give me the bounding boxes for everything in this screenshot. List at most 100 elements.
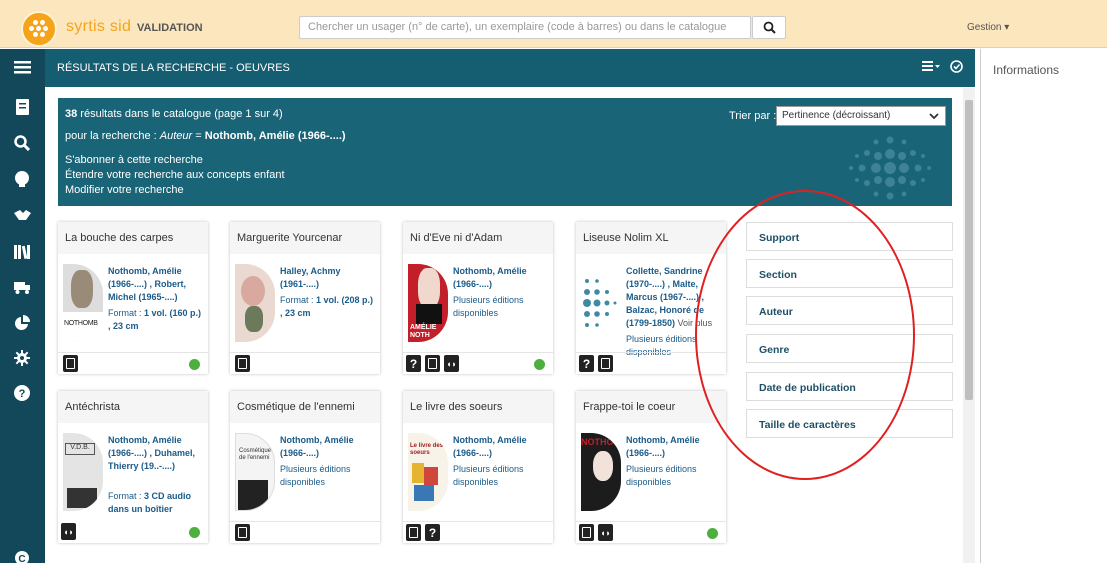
results-summary: 38 résultats dans le catalogue (page 1 s…	[58, 98, 952, 206]
truck-icon[interactable]	[13, 279, 31, 297]
handshake-icon[interactable]	[13, 206, 31, 224]
page-title: RÉSULTATS DE LA RECHERCHE - OEUVRES	[57, 62, 290, 74]
card-format: Plusieurs éditions disponibles	[280, 464, 351, 487]
card-footer: ? ◖◗	[403, 352, 553, 374]
available-status-dot	[189, 527, 200, 538]
book-icon[interactable]	[235, 524, 250, 541]
result-card[interactable]: Antéchrista V.D.B. Nothomb, Amélie (1966…	[58, 391, 208, 543]
result-card[interactable]: La bouche des carpes NOTHOMB Nothomb, Am…	[58, 222, 208, 374]
unknown-media-icon[interactable]: ?	[406, 355, 421, 372]
card-footer: ◖◗	[58, 521, 208, 543]
card-footer: ?	[403, 521, 553, 543]
result-card[interactable]: Ni d'Eve ni d'Adam AMÉLIE NOTH Nothomb, …	[403, 222, 553, 374]
card-authors[interactable]: Nothomb, Amélie (1966-....)	[626, 434, 722, 460]
annotation-ellipse	[695, 190, 915, 480]
library-icon[interactable]	[13, 243, 31, 261]
chevron-down-icon	[929, 113, 939, 120]
available-status-dot	[707, 528, 718, 539]
card-authors[interactable]: Halley, Achmy (1961-....)	[280, 265, 376, 291]
menu-icon[interactable]	[13, 58, 31, 76]
card-title[interactable]: Le livre des soeurs	[403, 391, 553, 423]
card-title[interactable]: Liseuse Nolim XL	[576, 222, 726, 254]
global-search-input[interactable]: Chercher un usager (n° de carte), un exe…	[299, 16, 751, 39]
card-title[interactable]: Marguerite Yourcenar	[230, 222, 380, 254]
unknown-media-icon[interactable]: ?	[579, 355, 594, 372]
unknown-media-icon[interactable]: ?	[425, 524, 440, 541]
search-icon	[763, 21, 776, 34]
logo-icon[interactable]	[21, 11, 57, 47]
card-title[interactable]: Frappe-toi le coeur	[576, 391, 726, 423]
search-button[interactable]	[752, 16, 786, 39]
extend-search-link[interactable]: Étendre votre recherche aux concepts enf…	[65, 169, 285, 181]
scroll-thumb[interactable]	[965, 100, 973, 400]
gestion-menu[interactable]: Gestion ▾	[967, 22, 1009, 33]
cover-image[interactable]: NOTHOMB	[63, 264, 103, 342]
result-card[interactable]: Marguerite Yourcenar Halley, Achmy (1961…	[230, 222, 380, 374]
book-icon[interactable]	[235, 355, 250, 372]
brand-name: syrtis sid	[66, 18, 132, 35]
card-format: Plusieurs éditions disponibles	[453, 464, 524, 487]
card-authors[interactable]: Nothomb, Amélie (1966-....) , Duhamel, T…	[108, 434, 204, 473]
audio-icon[interactable]: ◖◗	[598, 524, 613, 541]
card-format: Format : 3 CD audio dans un boîtier	[108, 491, 192, 514]
results-scrollbar[interactable]	[963, 88, 975, 563]
cover-image[interactable]	[581, 264, 621, 342]
audio-icon[interactable]: ◖◗	[444, 355, 459, 372]
card-title[interactable]: Antéchrista	[58, 391, 208, 423]
card-title[interactable]: Ni d'Eve ni d'Adam	[403, 222, 553, 254]
card-format: Format : 1 vol. (208 p.) , 23 cm	[280, 295, 374, 318]
book-icon[interactable]	[579, 524, 594, 541]
result-card[interactable]: Le livre des soeurs Le livre des soeurs …	[403, 391, 553, 543]
sort-label: Trier par :	[729, 110, 777, 122]
card-footer: ◖◗	[576, 521, 726, 543]
book-icon[interactable]	[63, 355, 78, 372]
audio-icon[interactable]: ◖◗	[61, 523, 76, 540]
result-card[interactable]: Frappe-toi le coeur NOTHO Nothomb, Améli…	[576, 391, 726, 543]
sort-select[interactable]: Pertinence (décroissant)	[776, 106, 946, 126]
info-panel-title: Informations	[993, 63, 1060, 77]
list-options-icon[interactable]	[922, 60, 940, 72]
info-panel: Informations	[980, 49, 1107, 563]
card-format: Plusieurs éditions disponibles	[453, 295, 524, 318]
book-icon[interactable]	[406, 524, 421, 541]
cover-image[interactable]	[235, 264, 275, 342]
search-nav-icon[interactable]	[13, 134, 31, 152]
book-icon[interactable]	[598, 355, 613, 372]
card-title[interactable]: La bouche des carpes	[58, 222, 208, 254]
cover-image[interactable]: AMÉLIE NOTH	[408, 264, 448, 342]
cover-image[interactable]: V.D.B.	[63, 433, 103, 511]
svg-text:?: ?	[19, 388, 26, 400]
available-status-dot	[534, 359, 545, 370]
card-footer	[230, 352, 380, 374]
cover-image[interactable]: Le livre des soeurs	[408, 433, 448, 511]
help-icon[interactable]: ?	[13, 384, 31, 402]
card-format: Format : 1 vol. (160 p.) , 23 cm	[108, 308, 202, 331]
user-head-icon[interactable]	[13, 170, 31, 188]
cover-image[interactable]: NOTHO	[581, 433, 621, 511]
subscribe-link[interactable]: S'abonner à cette recherche	[65, 154, 203, 166]
document-icon[interactable]	[13, 98, 31, 116]
svg-text:C: C	[18, 554, 25, 565]
results-header: RÉSULTATS DE LA RECHERCHE - OEUVRES	[45, 49, 975, 87]
available-status-dot	[189, 359, 200, 370]
card-authors[interactable]: Nothomb, Amélie (1966-....)	[280, 434, 376, 460]
results-count-line: 38 résultats dans le catalogue (page 1 s…	[65, 108, 283, 120]
card-title[interactable]: Cosmétique de l'ennemi	[230, 391, 380, 423]
cover-image[interactable]: Cosmétique de l'ennemi	[235, 433, 275, 511]
copyright-icon[interactable]: C	[13, 549, 31, 567]
result-card[interactable]: Cosmétique de l'ennemi Cosmétique de l'e…	[230, 391, 380, 543]
card-footer	[58, 352, 208, 374]
card-authors[interactable]: Nothomb, Amélie (1966-....) , Robert, Mi…	[108, 265, 204, 304]
book-icon[interactable]	[425, 355, 440, 372]
top-bar: syrtis sid VALIDATION Chercher un usager…	[0, 0, 1107, 48]
card-authors[interactable]: Nothomb, Amélie (1966-....)	[453, 265, 549, 291]
check-circle-icon[interactable]	[950, 60, 963, 73]
card-authors[interactable]: Nothomb, Amélie (1966-....)	[453, 434, 549, 460]
query-line: pour la recherche : Auteur = Nothomb, Am…	[65, 130, 346, 142]
gear-icon[interactable]	[13, 349, 31, 367]
modify-search-link[interactable]: Modifier votre recherche	[65, 184, 184, 196]
card-format: Plusieurs éditions disponibles	[626, 464, 697, 487]
card-footer	[230, 521, 380, 543]
environment-tag: VALIDATION	[137, 22, 203, 34]
pie-chart-icon[interactable]	[13, 314, 31, 332]
